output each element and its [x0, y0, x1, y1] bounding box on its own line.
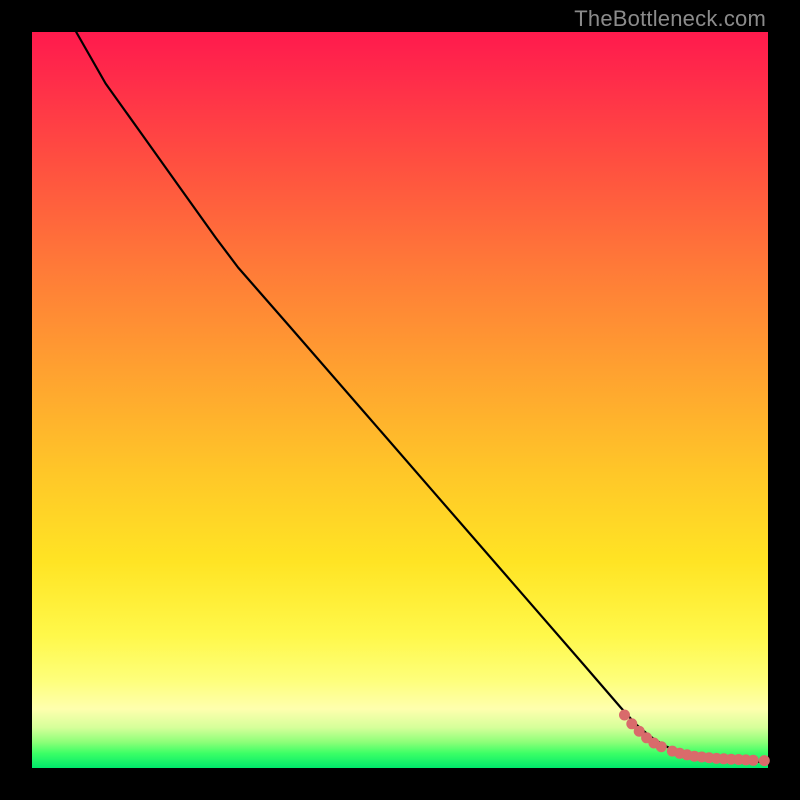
data-point [656, 742, 666, 752]
watermark-label: TheBottleneck.com [574, 6, 766, 32]
chart-container: TheBottleneck.com [0, 0, 800, 800]
data-point [748, 755, 758, 765]
chart-overlay [32, 32, 768, 768]
data-point [759, 756, 769, 766]
data-point [627, 719, 637, 729]
bottleneck-curve [76, 32, 768, 762]
data-points [620, 710, 770, 766]
data-point [620, 710, 630, 720]
